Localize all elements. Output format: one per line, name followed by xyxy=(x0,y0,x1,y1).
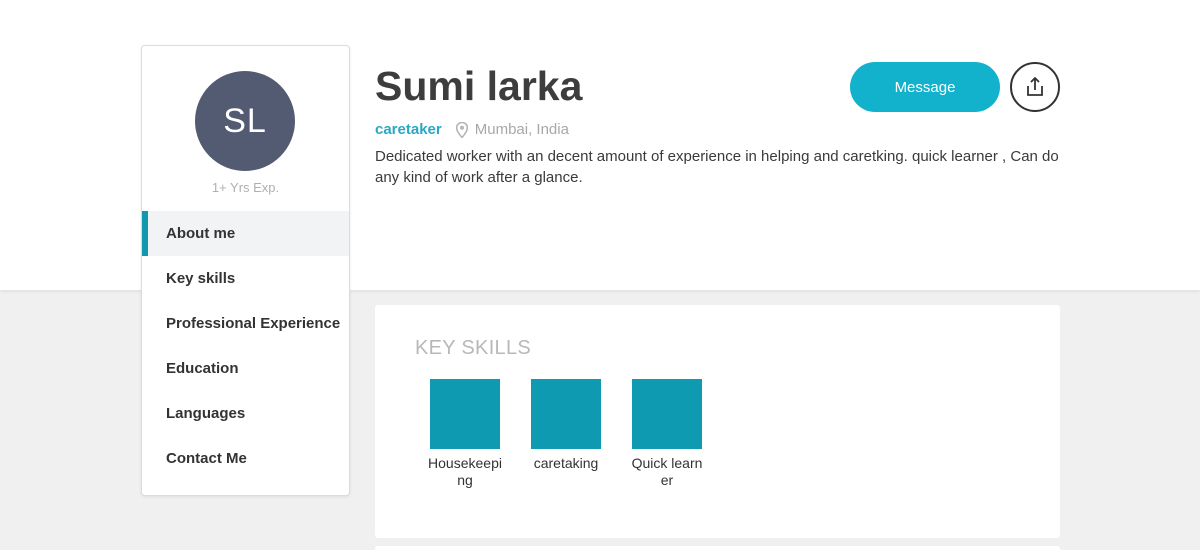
next-section-card xyxy=(375,546,1060,550)
skill-item: Quick learner xyxy=(624,379,710,489)
sidebar-item-label: Languages xyxy=(166,405,246,422)
key-skills-title: KEY SKILLS xyxy=(415,337,532,359)
message-button[interactable]: Message xyxy=(850,62,1000,112)
share-icon xyxy=(1027,77,1043,96)
experience-label: 1+ Yrs Exp. xyxy=(211,180,280,195)
profile-role[interactable]: caretaker xyxy=(375,121,442,138)
profile-name: Sumi larka xyxy=(375,63,583,109)
location-pin-icon xyxy=(455,121,468,138)
sidebar-item-label: Professional Experience xyxy=(166,315,341,332)
sidebar-item-label: Contact Me xyxy=(166,450,247,467)
skill-item: Housekeeping xyxy=(422,379,508,489)
sidebar-item-key-skills[interactable]: Key skills xyxy=(142,256,349,301)
profile-meta: caretaker Mumbai, India xyxy=(375,121,569,138)
profile-location: Mumbai, India xyxy=(474,121,569,138)
sidebar-item-contact-me[interactable]: Contact Me xyxy=(142,436,349,481)
sidebar-item-education[interactable]: Education xyxy=(142,346,349,391)
sidebar-item-label: Key skills xyxy=(166,270,236,287)
skill-tile xyxy=(531,379,601,449)
share-button[interactable] xyxy=(1010,62,1060,112)
skill-item: caretaking xyxy=(523,379,609,472)
sidebar-item-professional-experience[interactable]: Professional Experience xyxy=(142,301,349,346)
skill-tile xyxy=(632,379,702,449)
sidebar-item-about-me[interactable]: About me xyxy=(142,211,349,256)
skill-label: caretaking xyxy=(533,455,599,471)
key-skills-card: KEY SKILLS Housekeeping caretaking Quick… xyxy=(375,305,1060,538)
skill-tile xyxy=(430,379,500,449)
sidebar-item-label: Education xyxy=(166,360,239,377)
sidebar-item-label: About me xyxy=(166,225,236,242)
profile-sidebar: SL 1+ Yrs Exp. About me Key skills Profe… xyxy=(141,45,350,496)
skill-label: Housekeeping xyxy=(428,455,502,488)
skill-label: Quick learner xyxy=(631,455,703,488)
sidebar-item-languages[interactable]: Languages xyxy=(142,391,349,436)
profile-bio: Dedicated worker with an decent amount o… xyxy=(375,148,1059,186)
avatar: SL xyxy=(195,71,295,171)
sidebar-nav: About me Key skills Professional Experie… xyxy=(142,211,349,481)
